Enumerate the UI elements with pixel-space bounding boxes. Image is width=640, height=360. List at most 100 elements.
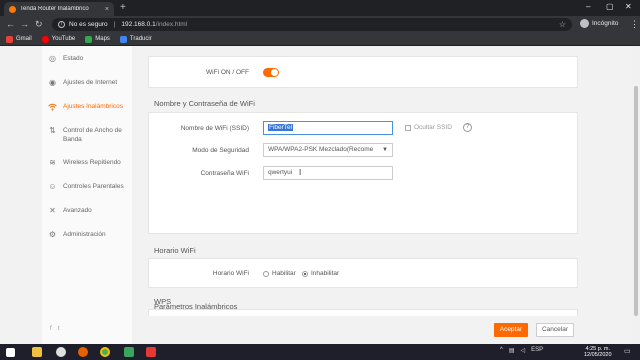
facebook-icon[interactable]: f	[50, 326, 52, 332]
text-cursor-icon: I	[299, 168, 302, 177]
sidebar-item-advanced[interactable]: ✕ Avanzado	[42, 206, 132, 215]
sidebar-item-label: Estado	[63, 55, 84, 62]
system-tray: ^ ▤ ◁ ESP	[500, 347, 543, 354]
volume-icon[interactable]: ◁	[521, 347, 526, 354]
close-window-icon[interactable]: ✕	[625, 2, 632, 11]
forward-icon[interactable]: →	[20, 19, 29, 29]
file-explorer-icon[interactable]	[32, 347, 42, 357]
bookmark-star-icon[interactable]: ☆	[559, 20, 566, 29]
bookmark-label: Traducir	[129, 36, 152, 42]
tenda-favicon-icon	[9, 5, 16, 13]
sidebar-item-label: Administración	[63, 231, 106, 238]
bookmark-youtube[interactable]: YouTube	[41, 35, 76, 43]
radio-label: Habilitar	[272, 321, 296, 328]
sidebar-item-repeater[interactable]: ≋ Wireless Repitiendo	[42, 158, 132, 167]
tools-icon: ✕	[49, 206, 56, 215]
repeater-icon: ≋	[49, 158, 56, 167]
sidebar-item-wireless[interactable]: Ajustes Inalámbricos	[42, 102, 132, 111]
bookmark-maps[interactable]: Maps	[85, 35, 110, 43]
url-separator: |	[113, 21, 116, 28]
schedule-card: Horario WiFi Habilitar Inhabilitar	[148, 258, 578, 288]
wifi-switch-label: WiFi ON / OFF	[206, 69, 249, 76]
bookmark-label: Gmail	[16, 36, 32, 42]
sidebar: ◎ Estado ◉ Ajustes de Internet Ajustes I…	[42, 46, 132, 344]
bookmark-gmail[interactable]: Gmail	[6, 35, 32, 43]
ssid-input[interactable]: FiberTel	[263, 121, 393, 135]
hide-ssid-label: Ocultar SSID	[414, 124, 452, 131]
browser-tab-bar: Tenda Router Inalámbrico × + – ▢ ✕	[0, 0, 640, 16]
new-tab-button[interactable]: +	[120, 3, 126, 13]
youtube-icon	[41, 35, 49, 43]
windows-taskbar: ^ ▤ ◁ ESP 4:25 p. m. 12/05/2020 ▭	[0, 344, 640, 360]
app-green-icon[interactable]	[124, 347, 134, 357]
bookmarks-bar: Gmail YouTube Maps Traducir	[0, 33, 640, 46]
clock-date: 12/05/2020	[584, 352, 612, 358]
firefox-icon[interactable]	[78, 347, 88, 357]
page-scrollbar[interactable]	[632, 46, 640, 344]
password-label: Contraseña WiFi	[200, 170, 249, 177]
language-indicator[interactable]: ESP	[531, 347, 543, 354]
omnibox[interactable]: i No es seguro | 192.168.0.1/index.html …	[52, 18, 572, 31]
section-title-wireless-params: Parámetros Inalámbricos	[154, 302, 238, 311]
maximize-icon[interactable]: ▢	[606, 2, 614, 11]
security-mode-label: Modo de Seguridad	[192, 147, 249, 154]
help-icon[interactable]: ?	[463, 123, 472, 132]
notifications-icon[interactable]: ▭	[624, 347, 631, 355]
address-toolbar: ← → ↻ i No es seguro | 192.168.0.1/index…	[0, 16, 640, 33]
wifi-icon	[48, 102, 57, 111]
sidebar-item-label: Control de Ancho de Banda	[63, 127, 122, 143]
schedule-enable-radio[interactable]: Habilitar	[263, 270, 296, 277]
toggle-knob	[271, 69, 278, 76]
app-red-icon[interactable]	[146, 347, 156, 357]
maps-icon	[85, 35, 93, 43]
chrome-icon[interactable]	[100, 347, 110, 357]
sidebar-item-label: Ajustes Inalámbricos	[63, 103, 123, 110]
chevron-up-icon[interactable]: ^	[500, 347, 503, 354]
scrollbar-thumb[interactable]	[634, 86, 638, 316]
section-title-name-password: Nombre y Contraseña de WiFi	[154, 99, 255, 108]
info-icon[interactable]: i	[58, 21, 65, 28]
bookmark-label: Maps	[95, 36, 110, 42]
gmail-icon	[6, 35, 13, 43]
checkbox-box	[405, 124, 411, 131]
wps-enable-radio[interactable]: Habilitar	[263, 321, 296, 328]
security-mode-select[interactable]: WPA/WPA2-PSK Mezclado(Recome ▼	[263, 143, 393, 157]
security-mode-value: WPA/WPA2-PSK Mezclado(Recome	[268, 146, 374, 153]
router-page: ◎ Estado ◉ Ajustes de Internet Ajustes I…	[0, 46, 632, 344]
wps-disable-radio[interactable]: Inhabilitar	[302, 321, 339, 328]
minimize-icon[interactable]: –	[586, 2, 590, 11]
start-icon[interactable]	[6, 348, 15, 357]
reload-icon[interactable]: ↻	[35, 19, 43, 29]
browser-tab[interactable]: Tenda Router Inalámbrico ×	[4, 2, 114, 16]
wifi-toggle[interactable]	[263, 68, 279, 77]
tab-close-icon[interactable]: ×	[105, 6, 109, 13]
hide-ssid-checkbox[interactable]: Ocultar SSID	[405, 124, 452, 131]
security-status: No es seguro	[69, 21, 108, 28]
network-icon[interactable]: ▤	[509, 347, 515, 354]
app-icon[interactable]	[56, 347, 66, 357]
browser-menu-icon[interactable]: ⋮	[630, 19, 639, 30]
sidebar-item-bandwidth[interactable]: ⇅ Control de Ancho de Banda	[42, 126, 132, 144]
password-input[interactable]: qwertyui	[263, 166, 393, 180]
clock[interactable]: 4:25 p. m. 12/05/2020	[584, 346, 612, 358]
globe-settings-icon: ◉	[49, 78, 56, 87]
sidebar-item-status[interactable]: ◎ Estado	[42, 54, 132, 63]
radio-label: Inhabilitar	[311, 321, 340, 328]
radio-label: Inhabilitar	[311, 270, 340, 277]
sidebar-item-admin[interactable]: ⚙ Administración	[42, 230, 132, 239]
incognito-profile[interactable]: Incógnito	[580, 19, 618, 28]
schedule-disable-radio[interactable]: Inhabilitar	[302, 270, 339, 277]
url-host: 192.168.0.1	[121, 21, 156, 28]
twitter-icon[interactable]: t	[58, 326, 60, 332]
sidebar-item-parental[interactable]: ☺ Controles Parentales	[42, 182, 132, 191]
bookmark-label: YouTube	[51, 36, 76, 42]
radio-dot	[302, 321, 308, 328]
sidebar-item-label: Ajustes de Internet	[63, 79, 118, 86]
bandwidth-icon: ⇅	[49, 126, 56, 135]
bookmark-translate[interactable]: Traducir	[119, 35, 152, 43]
sidebar-item-internet[interactable]: ◉ Ajustes de Internet	[42, 78, 132, 87]
translate-icon	[119, 35, 127, 43]
back-icon[interactable]: ←	[6, 19, 15, 29]
radio-dot	[263, 321, 269, 328]
parental-icon: ☺	[48, 182, 57, 191]
